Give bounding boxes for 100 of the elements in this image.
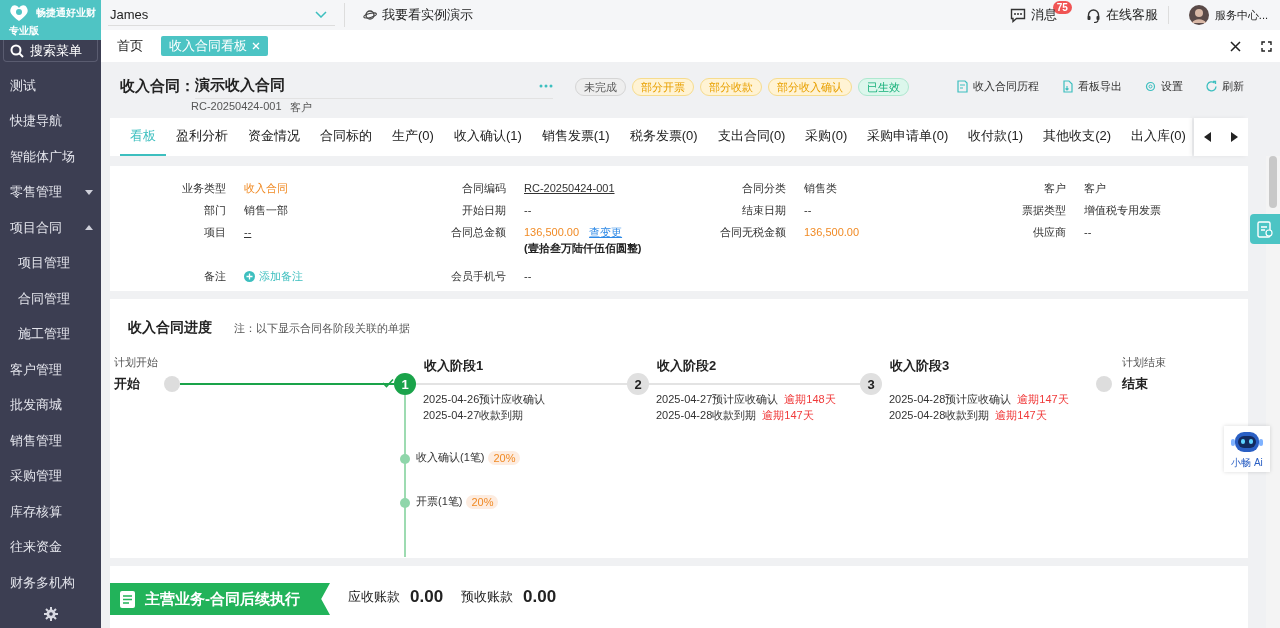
stage-date: 2025-04-28预计应收确认 xyxy=(889,392,1012,407)
status-tag: 部分收入确认 xyxy=(768,78,852,96)
page-tab[interactable]: 首页 xyxy=(109,36,151,56)
sidebar-item[interactable]: 往来资金 xyxy=(0,529,101,565)
tab[interactable]: 销售发票(1) xyxy=(531,118,620,156)
sidebar-item[interactable]: 项目合同 xyxy=(0,210,101,246)
toolbar-button[interactable]: 设置 xyxy=(1144,79,1183,94)
overdue-label: 逾期148天 xyxy=(784,392,836,407)
field-value: -- xyxy=(524,204,532,216)
field-link[interactable]: -- xyxy=(244,226,252,238)
stage-number: 1 xyxy=(394,373,416,395)
sidebar-item[interactable]: 快捷导航 xyxy=(0,103,101,139)
metric-value: 0.00 xyxy=(410,587,444,607)
field-label: 开始日期 xyxy=(461,203,506,218)
sidebar-item[interactable]: 库存核算 xyxy=(0,494,101,530)
overdue-label: 逾期147天 xyxy=(762,408,814,423)
tab[interactable]: 生产(0) xyxy=(382,118,444,156)
toolbar-button[interactable]: 刷新 xyxy=(1205,79,1244,94)
search-field[interactable]: 搜索菜单 xyxy=(3,40,98,62)
field-label: 备注 xyxy=(203,269,226,284)
sidebar-item[interactable]: 智能体广场 xyxy=(0,139,101,175)
tab[interactable]: 支出合同(0) xyxy=(707,118,796,156)
field-value: 客户 xyxy=(1084,182,1106,194)
amount-in-words: (壹拾叁万陆仟伍佰圆整) xyxy=(524,241,643,256)
field-label: 供应商 xyxy=(1032,225,1066,240)
tab[interactable]: 其他收支(2) xyxy=(1033,118,1121,156)
tab[interactable]: 采购申请单(0) xyxy=(857,118,959,156)
sidebar-item[interactable]: 施工管理 xyxy=(0,316,101,352)
sidebar-item[interactable]: 零售管理 xyxy=(0,174,101,210)
account-select[interactable]: James xyxy=(108,4,335,26)
sidebar-item[interactable]: 采购管理 xyxy=(0,458,101,494)
overdue-label: 逾期147天 xyxy=(1017,392,1069,407)
assistant-button[interactable]: 小畅 Ai xyxy=(1224,426,1270,472)
status-tag: 部分收款 xyxy=(700,78,762,96)
percent-badge: 20% xyxy=(466,494,499,509)
timeline-caption: 计划开始 xyxy=(114,355,158,370)
status-tag: 未完成 xyxy=(575,78,626,96)
tab[interactable]: 税务发票(0) xyxy=(619,118,708,156)
field-value: 销售类 xyxy=(804,182,837,194)
edition-label: 专业版 xyxy=(9,24,40,38)
tab[interactable]: 出入库(0) xyxy=(1121,118,1192,156)
clipboard-icon xyxy=(1257,220,1273,238)
tab[interactable]: 盈利分析 xyxy=(166,118,238,156)
sidebar-item[interactable]: 批发商城 xyxy=(0,387,101,423)
contract-title: 演示收入合同 xyxy=(195,76,285,95)
field-label: 客户 xyxy=(1043,181,1066,196)
document-label[interactable]: 收入确认(1笔) xyxy=(416,450,485,465)
stage-date: 2025-04-27预计应收确认 xyxy=(656,392,779,407)
start-node xyxy=(164,376,180,392)
document-icon xyxy=(120,590,135,608)
tab[interactable]: 资金情况 xyxy=(238,118,310,156)
sidebar-item[interactable]: 客户管理 xyxy=(0,352,101,388)
sidebar-item[interactable]: 测试 xyxy=(0,68,101,104)
refresh-icon xyxy=(1205,80,1218,93)
status-tag: 已生效 xyxy=(858,78,909,96)
stage-number: 2 xyxy=(627,373,649,395)
support-link[interactable]: 在线客服 xyxy=(1085,6,1158,24)
field-value: -- xyxy=(524,269,532,284)
timeline-caption: 计划结束 xyxy=(1122,355,1166,370)
metric-label: 应收账款 xyxy=(348,588,400,606)
sidebar-item[interactable]: 合同管理 xyxy=(0,281,101,317)
field-label: 合同无税金额 xyxy=(719,225,786,240)
field-value: 136,500.00 xyxy=(524,225,580,240)
metric-value: 0.00 xyxy=(523,587,557,607)
scrollbar-thumb[interactable] xyxy=(1269,156,1277,208)
customer-name: 客户 xyxy=(289,100,312,115)
stage-date: 2025-04-27收款到期 xyxy=(423,408,524,423)
scrollbar[interactable] xyxy=(1266,156,1280,628)
demo-link[interactable]: 我要看实例演示 xyxy=(363,6,473,24)
headset-icon xyxy=(1085,7,1101,23)
sidebar-item[interactable]: 销售管理 xyxy=(0,423,101,459)
percent-badge: 20% xyxy=(488,450,521,465)
stage-number: 3 xyxy=(860,373,882,395)
document-icon xyxy=(956,80,969,93)
tab[interactable]: 合同标的 xyxy=(310,118,382,156)
user-menu[interactable]: 服务中心... xyxy=(1188,5,1268,25)
tab[interactable]: 收付款(1) xyxy=(958,118,1034,156)
field-label: 结束日期 xyxy=(741,203,786,218)
tab[interactable]: 收入确认(1) xyxy=(443,118,532,156)
field-value: 增值税专用发票 xyxy=(1084,204,1161,216)
tab[interactable]: 采购(0) xyxy=(795,118,858,156)
field-label: 项目 xyxy=(203,225,226,240)
sidebar-item[interactable]: 项目管理 xyxy=(0,245,101,281)
field-value: 销售一部 xyxy=(244,204,288,216)
change-link[interactable]: 查变更 xyxy=(589,224,623,240)
field-label: 合同总金额 xyxy=(450,225,506,240)
arrow-left-icon xyxy=(1204,132,1211,142)
settings-icon xyxy=(1144,80,1157,93)
section-note: 注：以下显示合同各阶段关联的单据 xyxy=(234,321,410,336)
field-link[interactable]: RC-20250424-001 xyxy=(524,182,615,194)
side-tool-button[interactable] xyxy=(1250,214,1280,244)
timeline-dot xyxy=(400,454,410,464)
sidebar-item[interactable]: 财务多机构 xyxy=(0,565,101,601)
avatar-icon xyxy=(1188,5,1209,25)
document-label[interactable]: 开票(1笔) xyxy=(416,494,463,509)
toolbar-button[interactable]: 收入合同历程 xyxy=(956,79,1039,94)
contract-code: RC-20250424-001 xyxy=(191,100,282,114)
metric-label: 预收账款 xyxy=(461,588,514,606)
toolbar-button[interactable]: 看板导出 xyxy=(1061,79,1122,94)
status-tag: 部分开票 xyxy=(632,78,694,96)
